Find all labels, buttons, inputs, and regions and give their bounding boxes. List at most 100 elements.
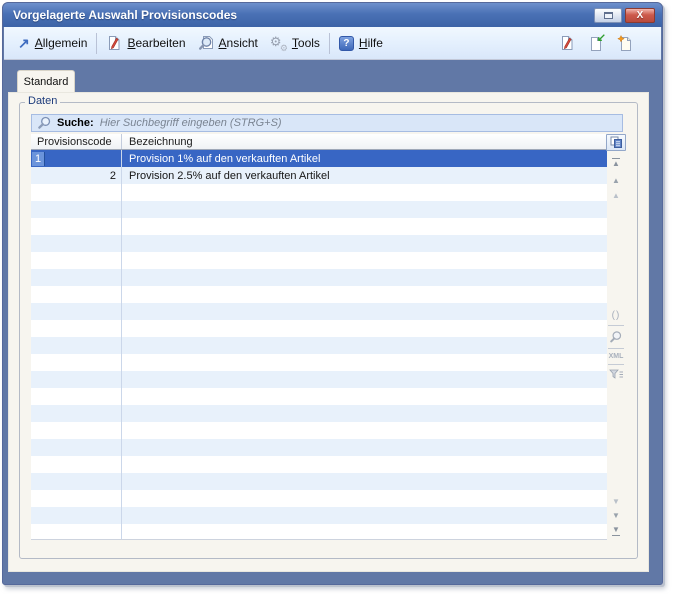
table-row-empty[interactable] <box>31 337 607 354</box>
table-row-empty[interactable] <box>31 439 607 456</box>
grid-area: Provisionscode Bezeichnung 1 Provision 1… <box>31 134 623 541</box>
strip-separator <box>608 364 624 365</box>
tab-standard[interactable]: Standard <box>17 70 75 93</box>
cell-edit-value[interactable]: 1 <box>32 152 45 166</box>
cell-bezeichnung <box>122 456 607 473</box>
table-row-empty[interactable] <box>31 235 607 252</box>
table-row-empty[interactable] <box>31 269 607 286</box>
window-title: Vorgelagerte Auswahl Provisionscodes <box>13 8 237 22</box>
table-row-empty[interactable] <box>31 473 607 490</box>
menu-item-hilfe[interactable]: ? Hilfe <box>333 33 389 54</box>
page-background: Vorgelagerte Auswahl Provisionscodes X ↗… <box>0 0 673 594</box>
gears-icon: ⚙ ⚙ <box>270 35 287 51</box>
cell-bezeichnung <box>122 371 607 388</box>
document-edit-icon[interactable] <box>559 35 575 51</box>
cell-bezeichnung <box>122 201 607 218</box>
magnifier-icon[interactable] <box>609 330 623 344</box>
search-input[interactable]: Suche: Hier Suchbegriff eingeben (STRG+S… <box>31 114 623 132</box>
strip-separator <box>608 325 624 326</box>
column-header-provisionscode[interactable]: Provisionscode <box>31 134 122 149</box>
magnifier-document-icon <box>198 35 214 51</box>
menu-item-bearbeiten[interactable]: Bearbeiten <box>100 32 191 54</box>
table-row-empty[interactable] <box>31 201 607 218</box>
document-new-star-icon[interactable] <box>617 35 633 51</box>
cell-bezeichnung <box>122 218 607 235</box>
cell-provisionscode <box>31 524 122 540</box>
scroll-bottom-icon[interactable]: ▼ <box>612 526 620 536</box>
menu-item-allgemein[interactable]: ↗ Allgemein <box>12 33 93 53</box>
row-down-icon[interactable]: ▼ <box>612 498 620 506</box>
copy-grid-button[interactable] <box>606 134 626 151</box>
strip-separator <box>608 348 624 349</box>
cell-bezeichnung <box>122 235 607 252</box>
cell-provisionscode <box>31 320 122 337</box>
cell-provisionscode: 1 <box>31 150 122 167</box>
parentheses-icon[interactable]: () <box>612 310 621 321</box>
table-row-empty[interactable] <box>31 405 607 422</box>
cell-provisionscode <box>31 354 122 371</box>
toolbar-right-group: ↙ <box>559 35 633 51</box>
search-label: Suche: <box>57 117 94 129</box>
grid-side-strip: ▲ ▲ ▲ () <box>609 134 623 540</box>
cell-provisionscode <box>31 218 122 235</box>
table-row-empty[interactable] <box>31 490 607 507</box>
menu-label: Tools <box>292 36 320 50</box>
cell-bezeichnung <box>122 473 607 490</box>
document-copy-green-arrow-icon[interactable]: ↙ <box>588 35 604 51</box>
cell-bezeichnung <box>122 286 607 303</box>
cell-provisionscode <box>31 405 122 422</box>
restore-button[interactable] <box>594 8 622 23</box>
cell-provisionscode <box>31 456 122 473</box>
table-row[interactable]: 2 Provision 2.5% auf den verkauften Arti… <box>31 167 607 184</box>
table-row-empty[interactable] <box>31 388 607 405</box>
arrow-down-left-glyph: ↙ <box>597 31 606 44</box>
menu-item-tools[interactable]: ⚙ ⚙ Tools <box>264 32 326 54</box>
help-icon: ? <box>339 36 354 51</box>
restore-icon <box>604 12 613 19</box>
cell-provisionscode <box>31 439 122 456</box>
close-icon: X <box>637 10 644 21</box>
arrow-up-right-icon: ↗ <box>18 36 30 50</box>
page-down-icon[interactable]: ▼ <box>612 512 620 520</box>
table-row-empty[interactable] <box>31 320 607 337</box>
tab-label: Standard <box>24 76 69 88</box>
filter-icon[interactable] <box>609 369 624 380</box>
table-row-empty[interactable] <box>31 354 607 371</box>
cell-provisionscode <box>31 286 122 303</box>
table-row-empty[interactable] <box>31 456 607 473</box>
cell-bezeichnung <box>122 354 607 371</box>
table-row-empty[interactable] <box>31 303 607 320</box>
xml-icon[interactable]: XML <box>609 353 624 360</box>
table-row-empty[interactable] <box>31 252 607 269</box>
table-row-empty[interactable] <box>31 524 607 540</box>
cell-bezeichnung <box>122 405 607 422</box>
menu-item-ansicht[interactable]: Ansicht <box>192 32 264 54</box>
row-up-icon[interactable]: ▲ <box>612 192 620 200</box>
table-row-empty[interactable] <box>31 286 607 303</box>
page-up-icon[interactable]: ▲ <box>612 177 620 185</box>
cell-bezeichnung <box>122 388 607 405</box>
table-row-empty[interactable] <box>31 422 607 439</box>
data-grid: Provisionscode Bezeichnung 1 Provision 1… <box>31 134 607 540</box>
menu-label: Ansicht <box>219 36 258 50</box>
close-button[interactable]: X <box>625 8 655 23</box>
cell-provisionscode <box>31 269 122 286</box>
table-row-empty[interactable] <box>31 507 607 524</box>
cell-bezeichnung: Provision 1% auf den verkauften Artikel <box>122 150 607 167</box>
toolbar-separator <box>96 33 97 54</box>
table-row-selected[interactable]: 1 Provision 1% auf den verkauften Artike… <box>31 150 607 167</box>
menu-label: Bearbeiten <box>127 36 185 50</box>
cell-provisionscode <box>31 371 122 388</box>
titlebar[interactable]: Vorgelagerte Auswahl Provisionscodes X <box>3 3 662 27</box>
scroll-top-icon[interactable]: ▲ <box>612 158 620 168</box>
column-header-bezeichnung[interactable]: Bezeichnung <box>122 134 607 149</box>
cell-provisionscode <box>31 201 122 218</box>
cell-bezeichnung <box>122 524 607 540</box>
table-row-empty[interactable] <box>31 371 607 388</box>
cell-bezeichnung <box>122 303 607 320</box>
table-row-empty[interactable] <box>31 184 607 201</box>
table-row-empty[interactable] <box>31 218 607 235</box>
cell-bezeichnung <box>122 320 607 337</box>
tab-panel: Daten Suche: Hier Suchbegriff eingeben (… <box>8 92 649 572</box>
cell-bezeichnung <box>122 439 607 456</box>
